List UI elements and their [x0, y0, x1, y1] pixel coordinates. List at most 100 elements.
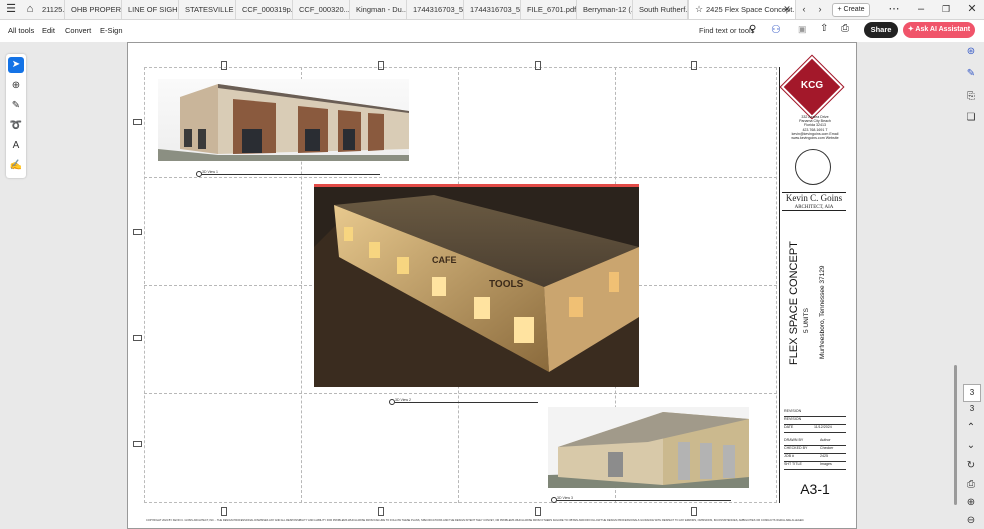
tab-label: Berryman-12 (... [583, 5, 633, 14]
view-underline [202, 174, 380, 175]
extract-icon[interactable]: ⎙ [962, 477, 980, 493]
window-close-icon[interactable]: ✕ [964, 2, 980, 17]
grid-marker [691, 507, 697, 516]
ai-chat-icon[interactable]: ⊛ [962, 44, 980, 60]
revision-table: REVISION REVISION DATE 11/12/2024 DRAWN … [784, 409, 846, 470]
menu-convert[interactable]: Convert [65, 26, 91, 35]
tab-label: CCF_000319p... [242, 5, 293, 14]
tab-11[interactable]: Berryman-12 (... [577, 0, 633, 19]
address-line: www.kevingoins.com Website [791, 136, 839, 141]
star-icon[interactable]: ☆ [691, 2, 707, 17]
tab-label: Kingman - Du... [356, 5, 407, 14]
fill-sign-icon[interactable]: ✍ [8, 158, 24, 174]
menu-icon[interactable]: ☰ [3, 2, 19, 17]
text-tool-icon[interactable]: A [8, 138, 24, 154]
share-button[interactable]: Share [864, 22, 898, 38]
tab-label: OHB PROPER... [71, 5, 122, 14]
minimize-icon[interactable]: – [913, 2, 929, 17]
tab-3[interactable]: LINE OF SIGH... [122, 0, 179, 19]
revision-row: REVISION [784, 417, 846, 425]
page-total: 3 [969, 404, 975, 413]
tab-label: 21125... [42, 5, 65, 14]
rotate-icon[interactable]: ↻ [962, 458, 980, 474]
bookmark-icon[interactable]: ⎘ [962, 89, 980, 105]
copy-pages-icon[interactable]: ❏ [962, 110, 980, 126]
drawn-by-value: Author [820, 438, 831, 442]
grid-line [144, 177, 777, 178]
tools-sign: TOOLS [489, 279, 524, 290]
tab-1[interactable]: 21125... [36, 0, 65, 19]
scrollbar-thumb[interactable] [954, 365, 957, 505]
pen-tool-icon[interactable]: ✎ [8, 98, 24, 114]
page-number-input[interactable]: 3 [963, 384, 981, 402]
page-down-icon[interactable]: ⌄ [962, 438, 980, 454]
comment-panel-icon[interactable]: ✎ [962, 66, 980, 82]
search-icon[interactable]: ⚲ [749, 24, 756, 35]
architect-name: Kevin C. Goins [782, 192, 846, 203]
rendering-view-2: CAFE TOOLS [314, 184, 639, 387]
grid-marker [133, 119, 142, 125]
people-icon[interactable]: ⚇ [771, 23, 781, 36]
rendering-view-1 [158, 79, 409, 161]
print-icon[interactable]: ⎙ [841, 23, 849, 34]
tab-12[interactable]: South Rutherf... [633, 0, 688, 19]
sheet-title-value: Images [820, 462, 832, 466]
job-label: JOB # [784, 454, 794, 458]
grid-marker [133, 441, 142, 447]
close-tab-icon[interactable]: ✕ [779, 2, 795, 17]
tab-7[interactable]: Kingman - Du... [350, 0, 407, 19]
tab-10[interactable]: FILE_6701.pdf [521, 0, 577, 19]
date-label: DATE [784, 425, 794, 429]
chevron-left-icon[interactable]: ‹ [796, 2, 812, 17]
firm-address: 332 Azalea Drive Panama City Beach Flori… [783, 115, 847, 140]
grid-marker [378, 61, 384, 70]
menu-esign[interactable]: E-Sign [100, 26, 123, 35]
tab-4[interactable]: STATESVILLE ... [179, 0, 236, 19]
sheet-number: A3-1 [800, 481, 830, 497]
tab-5[interactable]: CCF_000319p... [236, 0, 293, 19]
grid-line [144, 393, 777, 394]
tab-8[interactable]: 1744316703_5... [407, 0, 464, 19]
job-row: JOB # 2425 [784, 454, 846, 462]
view-underline [395, 402, 538, 403]
create-button[interactable]: + Create [832, 3, 870, 17]
select-tool-icon[interactable]: ➤ [8, 57, 24, 73]
grid-marker [221, 507, 227, 516]
architect-title: ARCHITECT, AIA [782, 205, 846, 211]
project-units: 5 UNITS [803, 308, 810, 333]
checked-by-row: CHECKED BY Checker [784, 446, 846, 454]
grid-marker [221, 61, 227, 70]
revision-row: REVISION [784, 409, 846, 417]
lasso-tool-icon[interactable]: ➰ [8, 118, 24, 134]
chevron-right-icon[interactable]: › [812, 2, 828, 17]
title-block-border [779, 67, 780, 503]
grid-marker [535, 61, 541, 70]
more-icon[interactable]: ⋯ [886, 2, 902, 17]
tab-9[interactable]: 1744316703_5... [464, 0, 521, 19]
zoom-in-icon[interactable]: ⊕ [962, 495, 980, 511]
stamp-icon[interactable]: ▣ [798, 24, 807, 35]
menu-edit[interactable]: Edit [42, 26, 55, 35]
drawn-by-label: DRAWN BY [784, 438, 804, 442]
zoom-comment-icon[interactable]: ⊕ [8, 78, 24, 94]
date-row: DATE 11/12/2024 [784, 425, 846, 433]
upload-icon[interactable]: ⇧ [820, 23, 828, 34]
tab-2[interactable]: OHB PROPER... [65, 0, 122, 19]
copyright-note: COPYRIGHT 2024 BY KEVIN C. GOINS ARCHITE… [146, 519, 805, 522]
toolbar [0, 20, 984, 42]
tab-label: CCF_000320... [299, 5, 350, 14]
create-label: Create [843, 6, 865, 13]
view-underline [557, 500, 731, 501]
menu-all-tools[interactable]: All tools [8, 26, 34, 35]
tab-6[interactable]: CCF_000320... [293, 0, 350, 19]
page-up-icon[interactable]: ⌃ [962, 420, 980, 436]
job-value: 2425 [820, 454, 828, 458]
ask-ai-button[interactable]: ✦ Ask AI Assistant [903, 22, 975, 38]
find-text-input[interactable]: Find text or tools [699, 26, 754, 35]
restore-icon[interactable]: ❐ [938, 2, 954, 17]
tab-label: 1744316703_5... [413, 5, 464, 14]
checked-by-label: CHECKED BY [784, 446, 808, 450]
grid-marker [535, 507, 541, 516]
zoom-out-icon[interactable]: ⊖ [962, 513, 980, 529]
building-day-image [158, 84, 409, 161]
